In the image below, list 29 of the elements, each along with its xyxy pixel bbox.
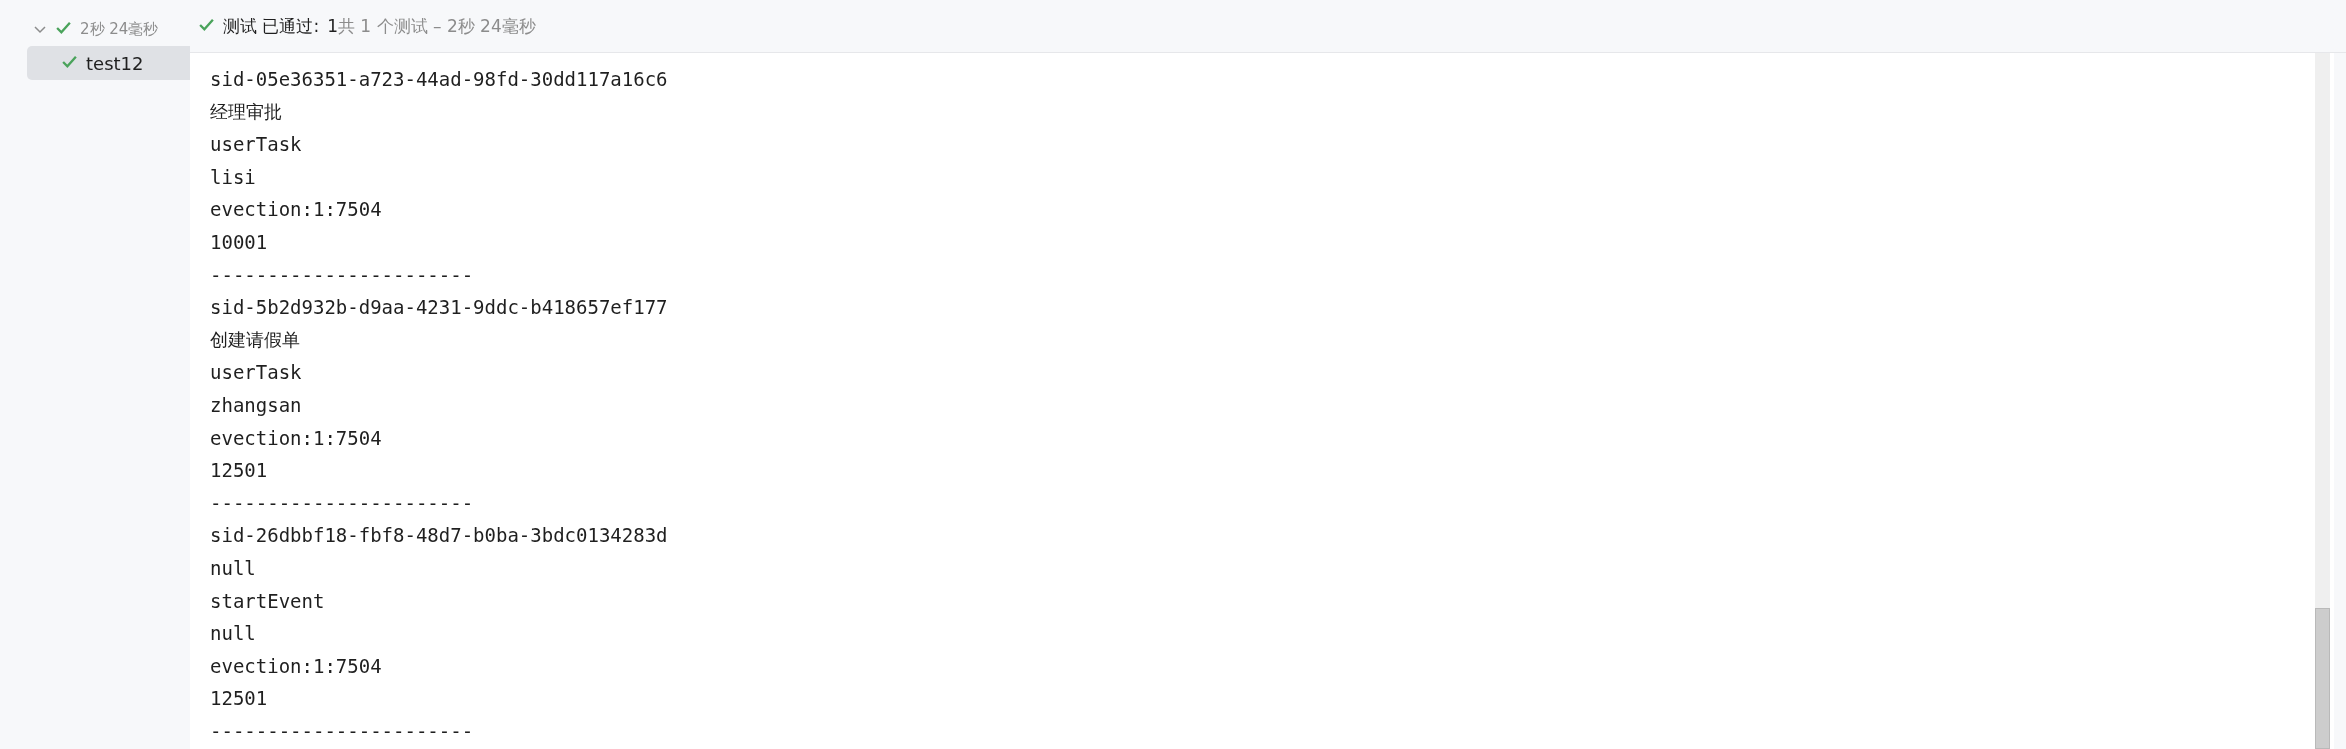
console-line: evection:1:7504 <box>210 197 383 223</box>
passed-count: 1 <box>327 16 338 36</box>
console-line: startEvent <box>210 588 326 614</box>
console-line: 经理审批 <box>210 99 283 124</box>
console-line: zhangsan <box>210 392 303 418</box>
console-line: ----------------------- <box>210 262 475 288</box>
console-line: ----------------------- <box>210 490 475 516</box>
console-line: 10001 <box>210 229 269 255</box>
console-line: sid-05e36351-a723-44ad-98fd-30dd117a16c6 <box>210 67 669 92</box>
console-line: sid-5b2d932b-d9aa-4231-9ddc-b418657ef177 <box>210 295 669 321</box>
test-tree-item[interactable]: test12 <box>27 46 190 80</box>
console-line: ----------------------- <box>210 718 475 744</box>
status-title: 测试 已通过: <box>223 14 320 38</box>
test-name: test12 <box>86 52 144 74</box>
console-line: 创建请假单 <box>210 327 301 352</box>
console-line: userTask <box>210 132 303 158</box>
scrollbar-thumb[interactable] <box>2315 608 2330 749</box>
console-line: 12501 <box>210 458 269 484</box>
console-line: evection:1:7504 <box>210 425 383 451</box>
console-line: 12501 <box>210 686 269 712</box>
console-line: sid-26dbbf18-fbf8-48d7-b0ba-3bdc0134283d <box>210 523 669 549</box>
console-line: evection:1:7504 <box>210 653 383 679</box>
console-line: null <box>210 621 257 647</box>
test-summary: 共 1 个测试 – 2秒 24毫秒 <box>337 14 536 38</box>
scrollbar-track[interactable] <box>2315 53 2330 749</box>
console-line: null <box>210 555 257 581</box>
console-line: userTask <box>210 360 303 386</box>
duration-label: 2秒 24毫秒 <box>80 19 159 39</box>
console-line: lisi <box>210 164 257 190</box>
